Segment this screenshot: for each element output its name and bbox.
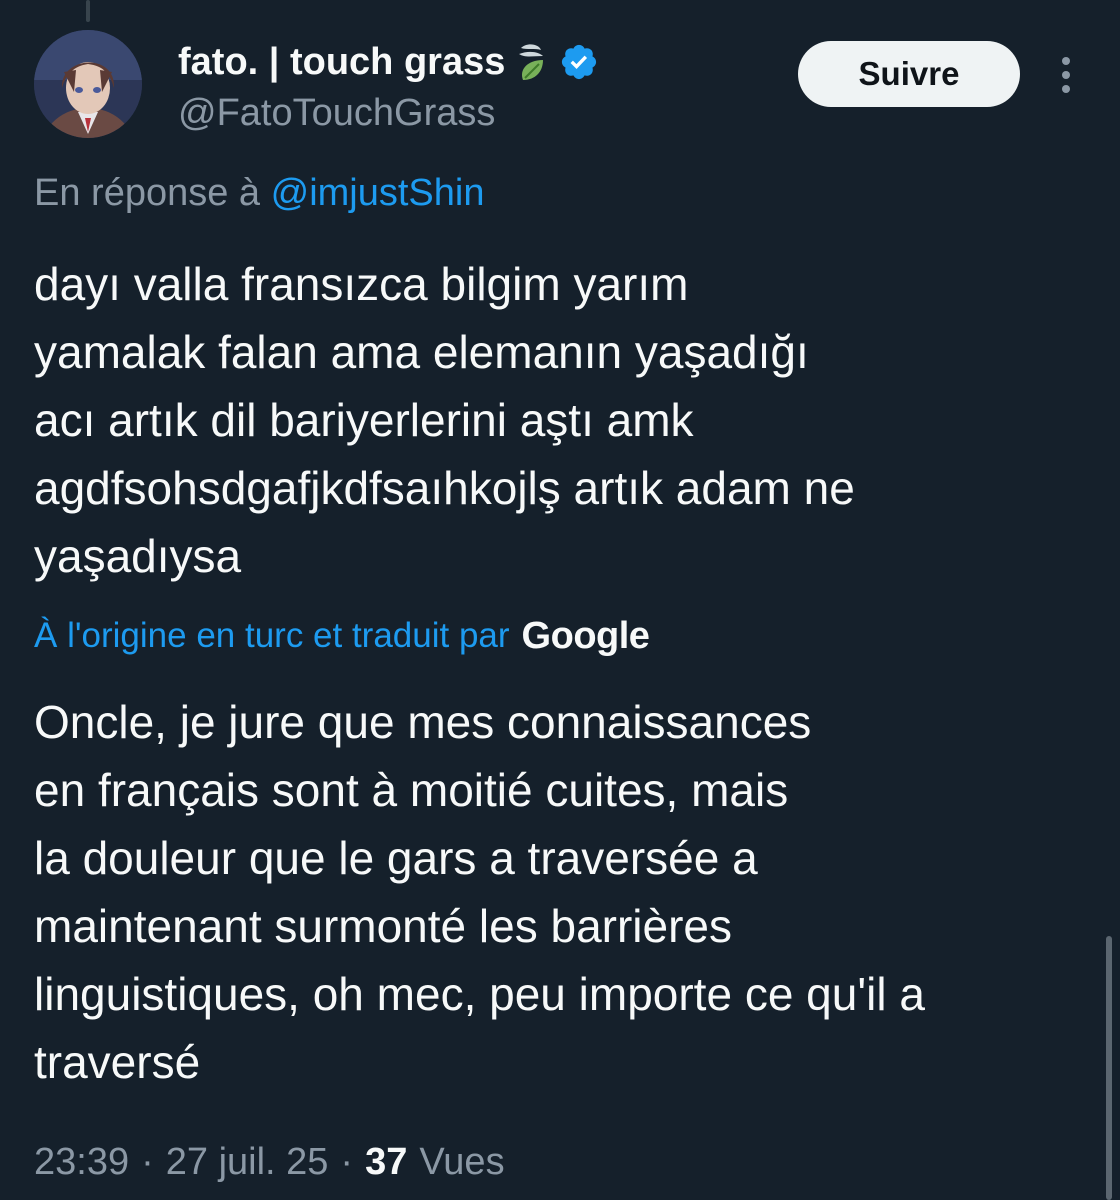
translated-text-line: en français sont à moitié cuites, mais xyxy=(34,764,789,816)
views-count[interactable]: 37 xyxy=(365,1141,407,1184)
reply-context: En réponse à @imjustShin xyxy=(34,172,485,215)
follow-button[interactable]: Suivre xyxy=(798,41,1020,107)
translated-text-line: linguistiques, oh mec, peu importe ce qu… xyxy=(34,968,925,1020)
tweet-time[interactable]: 23:39 xyxy=(34,1141,129,1184)
tweet-text-line: yamalak falan ama elemanın yaşadığı xyxy=(34,326,809,378)
translated-text-line: maintenant surmonté les barrières xyxy=(34,900,732,952)
tweet-text: dayı valla fransızca bilgim yarım yamala… xyxy=(34,250,1094,590)
google-logo: Google xyxy=(521,614,650,657)
translated-text: Oncle, je jure que mes connaissances en … xyxy=(34,688,1094,1096)
avatar[interactable] xyxy=(34,30,142,138)
author-display-name[interactable]: fato. | touch grass xyxy=(178,41,505,84)
tweet-date[interactable]: 27 juil. 25 xyxy=(166,1141,329,1184)
tweet-text-line: acı artık dil bariyerlerini aştı amk xyxy=(34,394,694,446)
scrollbar-thumb[interactable] xyxy=(1106,936,1112,1200)
author-handle[interactable]: @FatoTouchGrass xyxy=(178,92,495,135)
author-name-row[interactable]: fato. | touch grass xyxy=(178,36,599,88)
translated-text-line: traversé xyxy=(34,1036,201,1088)
tweet-meta: 23:39 · 27 juil. 25 · 37 Vues xyxy=(34,1136,505,1188)
translation-source-link[interactable]: À l'origine en turc et traduit par xyxy=(34,616,510,656)
verified-icon[interactable] xyxy=(559,42,599,82)
tweet-text-line: dayı valla fransızca bilgim yarım xyxy=(34,258,689,310)
leaf-emoji-icon xyxy=(517,42,547,82)
reply-prefix: En réponse à xyxy=(34,172,261,214)
meta-separator: · xyxy=(340,1140,354,1183)
reply-mention-link[interactable]: @imjustShin xyxy=(271,172,485,214)
translated-text-line: la douleur que le gars a traversée a xyxy=(34,832,758,884)
tweet-text-line: agdfsohsdgafjkdfsaıhkojlş artık adam ne xyxy=(34,462,855,514)
more-vertical-icon[interactable] xyxy=(1046,52,1086,98)
translated-text-line: Oncle, je jure que mes connaissances xyxy=(34,696,812,748)
translation-attribution: À l'origine en turc et traduit par Googl… xyxy=(34,610,650,662)
meta-separator: · xyxy=(141,1140,154,1183)
tweet-text-line: yaşadıysa xyxy=(34,530,242,582)
thread-connector-line xyxy=(86,0,90,22)
views-label[interactable]: Vues xyxy=(419,1141,504,1184)
